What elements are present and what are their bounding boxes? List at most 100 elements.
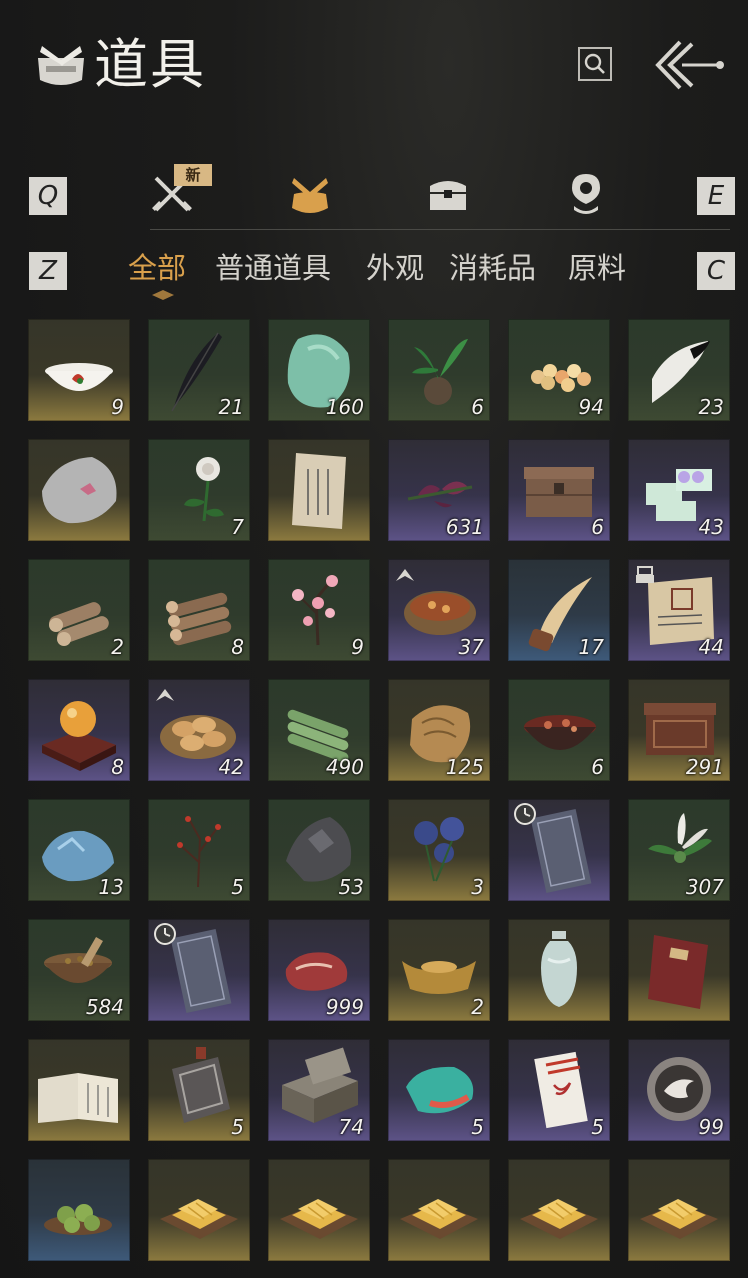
inventory-slot[interactable]: 17 (508, 559, 610, 661)
inventory-slot[interactable]: 44 (628, 559, 730, 661)
back-arrow-icon[interactable] (654, 36, 728, 94)
inventory-slot[interactable]: 5 (508, 1039, 610, 1141)
inventory-slot[interactable]: 8 (148, 559, 250, 661)
new-badge: 新 (174, 164, 212, 186)
item-quantity: 42 (218, 755, 244, 779)
item-quantity: 5 (591, 1115, 604, 1139)
chest-icon (430, 181, 466, 210)
inventory-slot[interactable] (268, 439, 370, 541)
item-quantity: 23 (698, 395, 724, 419)
item-quantity: 6 (591, 515, 604, 539)
inventory-slot[interactable]: 291 (628, 679, 730, 781)
inventory-slot[interactable]: 7 (148, 439, 250, 541)
inventory-slot[interactable] (508, 919, 610, 1021)
item-quantity: 2 (471, 995, 484, 1019)
cake-tray-icon (640, 1199, 718, 1239)
item-quantity: 291 (685, 755, 724, 779)
item-quantity: 21 (218, 395, 244, 419)
cake-tray-icon (400, 1199, 478, 1239)
page-title: 道具 (94, 33, 206, 96)
inventory-slot[interactable]: 53 (268, 799, 370, 901)
prev-category-key[interactable]: Q (29, 177, 67, 215)
item-quantity: 307 (685, 875, 724, 899)
item-quantity: 6 (471, 395, 484, 419)
inventory-slot[interactable]: 307 (628, 799, 730, 901)
inventory-slot[interactable]: 6 (508, 679, 610, 781)
inventory-slot[interactable]: 6 (388, 319, 490, 421)
item-quantity: 53 (338, 875, 364, 899)
bundle-bag-icon (292, 178, 328, 213)
inventory-slot[interactable] (508, 1159, 610, 1261)
letter-paper-icon (292, 453, 346, 529)
inventory-slot[interactable] (628, 1159, 730, 1261)
red-book-icon (648, 935, 708, 1009)
inventory-slot[interactable]: 23 (628, 319, 730, 421)
subtab-all[interactable]: 全部 (128, 246, 186, 290)
item-quantity: 94 (578, 395, 604, 419)
cake-tray-icon (520, 1199, 598, 1239)
inventory-slot[interactable] (148, 919, 250, 1021)
clock-icon (154, 923, 176, 945)
tab-location[interactable] (556, 166, 616, 222)
item-quantity: 5 (231, 875, 244, 899)
inventory-slot[interactable]: 160 (268, 319, 370, 421)
inventory-slot[interactable]: 2 (388, 919, 490, 1021)
item-quantity: 631 (445, 515, 484, 539)
inventory-slot[interactable]: 94 (508, 319, 610, 421)
subtab-appearance[interactable]: 外观 (366, 246, 424, 290)
item-quantity: 8 (231, 635, 244, 659)
item-quantity: 37 (458, 635, 484, 659)
inventory-slot[interactable] (28, 1159, 130, 1261)
inventory-slot[interactable]: 490 (268, 679, 370, 781)
inventory-slot[interactable] (28, 1039, 130, 1141)
upgrade-icon (156, 689, 174, 701)
inventory-slot[interactable] (28, 439, 130, 541)
inventory-slot[interactable]: 37 (388, 559, 490, 661)
inventory-slot[interactable]: 21 (148, 319, 250, 421)
upgrade-icon (396, 569, 414, 581)
tab-items[interactable] (280, 166, 340, 222)
item-quantity: 3 (471, 875, 484, 899)
inventory-slot[interactable]: 74 (268, 1039, 370, 1141)
inventory-slot[interactable] (508, 799, 610, 901)
inventory-slot[interactable] (148, 1159, 250, 1261)
inventory-slot[interactable]: 5 (148, 1039, 250, 1141)
inventory-slot[interactable]: 5 (388, 1039, 490, 1141)
inventory-slot[interactable]: 2 (28, 559, 130, 661)
sub-tab-row: 全部 普通道具 外观 消耗品 原料 (0, 246, 748, 294)
item-quantity: 9 (111, 395, 124, 419)
inventory-slot[interactable]: 584 (28, 919, 130, 1021)
item-quantity: 5 (231, 1115, 244, 1139)
item-quantity: 125 (445, 755, 484, 779)
inventory-slot[interactable]: 125 (388, 679, 490, 781)
inventory-slot[interactable]: 9 (268, 559, 370, 661)
item-quantity: 5 (471, 1115, 484, 1139)
item-quantity: 160 (325, 395, 364, 419)
item-quantity: 99 (698, 1115, 724, 1139)
inventory-slot[interactable]: 6 (508, 439, 610, 541)
inventory-slot[interactable] (268, 1159, 370, 1261)
inventory-slot[interactable]: 42 (148, 679, 250, 781)
inventory-slot[interactable] (388, 1159, 490, 1261)
next-category-key[interactable]: E (697, 177, 735, 215)
subtab-materials[interactable]: 原料 (568, 246, 626, 290)
tab-chest[interactable] (418, 166, 478, 222)
green-dumplings-icon (44, 1204, 112, 1235)
inventory-slot[interactable]: 999 (268, 919, 370, 1021)
subtab-consumables[interactable]: 消耗品 (449, 246, 536, 290)
inventory-slot[interactable] (628, 919, 730, 1021)
item-quantity: 9 (351, 635, 364, 659)
inventory-slot[interactable]: 9 (28, 319, 130, 421)
item-quantity: 8 (111, 755, 124, 779)
inventory-slot[interactable]: 5 (148, 799, 250, 901)
inventory-slot[interactable]: 99 (628, 1039, 730, 1141)
inventory-slot[interactable]: 13 (28, 799, 130, 901)
bundle-icon (38, 46, 84, 85)
item-quantity: 2 (111, 635, 124, 659)
inventory-slot[interactable]: 3 (388, 799, 490, 901)
inventory-slot[interactable]: 8 (28, 679, 130, 781)
search-icon[interactable] (578, 47, 612, 81)
subtab-general-items[interactable]: 普通道具 (215, 246, 331, 290)
inventory-slot[interactable]: 631 (388, 439, 490, 541)
inventory-slot[interactable]: 43 (628, 439, 730, 541)
